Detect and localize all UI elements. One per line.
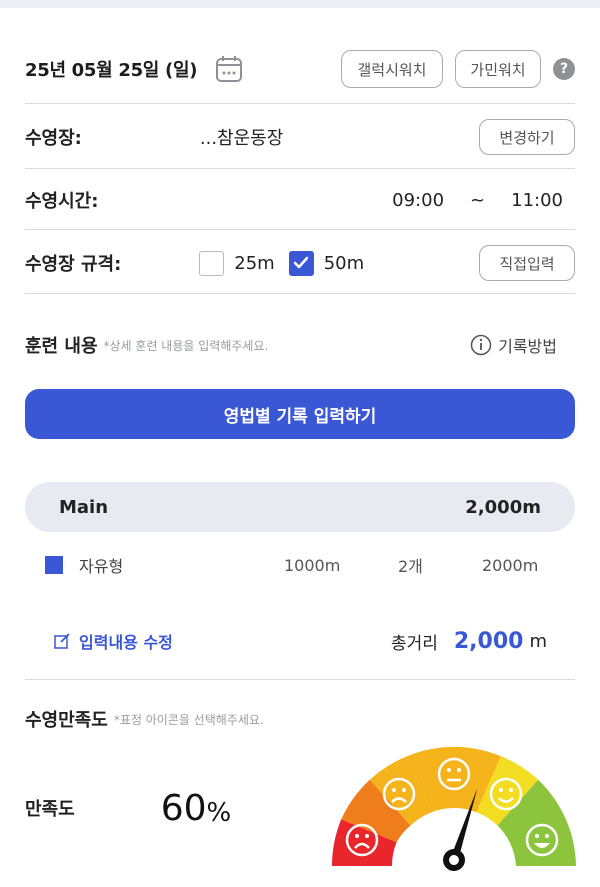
training-row: 훈련 내용 *상세 훈련 내용을 입력해주세요. 기록방법	[25, 330, 575, 360]
pool-label: 수영장:	[25, 128, 82, 149]
set-header[interactable]: Main 2,000m	[25, 482, 575, 532]
top-edge-bar	[0, 0, 600, 8]
option-50m-label: 50m	[323, 252, 365, 274]
set-name: Main	[59, 496, 109, 518]
pool-row: 수영장: ...참운동장 변경하기	[25, 117, 575, 157]
checkmark-icon	[293, 256, 309, 269]
garmin-watch-button[interactable]: 가민워치	[455, 50, 541, 88]
galaxy-watch-button[interactable]: 갤럭시워치	[341, 50, 443, 88]
record-by-stroke-button[interactable]: 영법별 기록 입력하기	[25, 389, 575, 439]
direct-input-button[interactable]: 직접입력	[479, 245, 575, 281]
satisfaction-unit: %	[206, 798, 232, 828]
info-icon[interactable]	[470, 334, 492, 356]
edit-entry-link[interactable]: 입력내용 수정	[53, 629, 173, 653]
change-pool-button[interactable]: 변경하기	[479, 119, 575, 155]
stroke-name: 자유형	[79, 557, 124, 576]
divider	[25, 168, 575, 169]
time-row: 수영시간: 09:00 ~ 11:00	[25, 182, 575, 218]
satisfaction-title: 수영만족도	[25, 710, 108, 731]
divider	[25, 293, 575, 294]
satisfaction-gauge[interactable]	[326, 744, 582, 887]
set-total: 2,000m	[465, 496, 541, 518]
total-distance-value: 2,000	[453, 628, 524, 654]
stroke-sum: 2000m	[482, 555, 539, 575]
training-label: 훈련 내용	[25, 336, 98, 357]
checkbox-50m[interactable]	[288, 250, 314, 276]
swim-time-label: 수영시간:	[25, 191, 99, 212]
pool-size-label: 수영장 규격:	[25, 254, 122, 275]
edit-icon	[54, 633, 70, 649]
calendar-icon[interactable]	[215, 54, 243, 84]
stroke-count: 2개	[398, 557, 423, 576]
record-method-link[interactable]: 기록방법	[498, 333, 557, 357]
header-row: 25년 05월 25일 (일) 갤럭시워치 가민워치 ?	[25, 47, 575, 91]
pool-name: ...참운동장	[199, 128, 284, 149]
option-25m-label: 25m	[234, 252, 275, 274]
satisfaction-title-row: 수영만족도 *표정 아이콘을 선택해주세요.	[25, 704, 575, 734]
satisfaction-hint: *표정 아이콘을 선택해주세요.	[113, 712, 264, 727]
satisfaction-label: 만족도	[25, 799, 75, 820]
satisfaction-value: 60	[160, 787, 207, 829]
help-icon[interactable]: ?	[553, 58, 575, 80]
stroke-color-swatch	[45, 556, 63, 574]
date-label: 25년 05월 25일 (일)	[25, 60, 198, 81]
edit-entry-label: 입력내용 수정	[79, 633, 173, 652]
training-hint: *상세 훈련 내용을 입력해주세요.	[103, 338, 269, 353]
total-distance-label: 총거리	[390, 633, 438, 654]
total-distance-unit: m	[529, 630, 547, 652]
start-time[interactable]: 09:00	[392, 190, 444, 211]
list-item: 자유형 1000m 2개 2000m	[25, 550, 575, 580]
time-separator: ~	[470, 189, 486, 211]
checkbox-25m[interactable]	[199, 250, 225, 276]
pool-size-row: 수영장 규격: 25m 50m 직접입력	[25, 243, 575, 283]
end-time[interactable]: 11:00	[511, 190, 563, 211]
stroke-distance: 1000m	[284, 555, 341, 575]
divider	[25, 229, 575, 230]
divider	[25, 679, 575, 680]
divider	[25, 103, 575, 104]
summary-row: 입력내용 수정 총거리 2,000 m	[25, 623, 575, 659]
